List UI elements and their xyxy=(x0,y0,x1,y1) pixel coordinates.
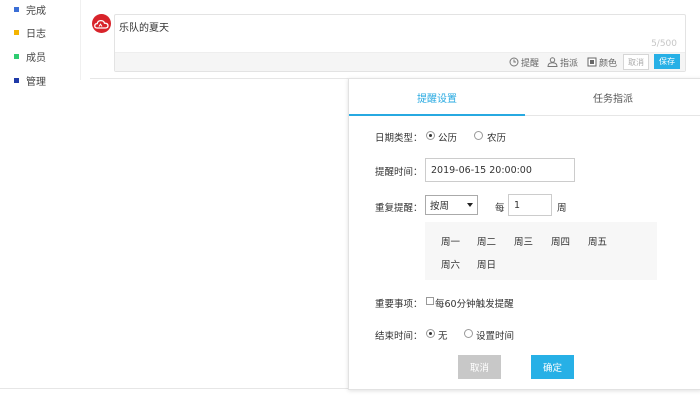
bullet-icon xyxy=(14,29,19,35)
tab-task-assign[interactable]: 任务指派 xyxy=(525,79,700,115)
assign-button[interactable]: 指派 xyxy=(547,55,578,69)
sidebar-item-complete[interactable]: 完成 xyxy=(14,0,46,18)
repeat-interval-input[interactable]: 1 xyxy=(508,194,552,216)
radio-solar-label[interactable]: 公历 xyxy=(438,130,457,144)
end-time-label: 结束时间： xyxy=(375,331,423,342)
repeat-select-value: 按周 xyxy=(430,201,450,212)
important-label: 重要事项： xyxy=(375,299,423,310)
bullet-icon xyxy=(14,6,19,12)
radio-lunar-label[interactable]: 农历 xyxy=(487,130,506,144)
weekday-wed[interactable]: 周三 xyxy=(514,234,533,248)
remind-time-label: 提醒时间： xyxy=(375,167,423,178)
remind-settings-panel: 提醒设置 任务指派 日期类型： 公历 农历 提醒时间： 2019-06-15 2… xyxy=(348,78,700,390)
weekday-sat[interactable]: 周六 xyxy=(441,257,460,271)
clock-icon xyxy=(509,57,519,67)
remind-time-input[interactable]: 2019-06-15 20:00:00 xyxy=(425,158,575,182)
editor-cancel-button[interactable]: 取消 xyxy=(623,54,649,70)
repeat-select[interactable]: 按周 xyxy=(425,195,478,215)
color-button[interactable]: 颜色 xyxy=(587,55,617,69)
important-checkbox-label[interactable]: 每60分钟触发提醒 xyxy=(435,296,514,310)
weekday-sun[interactable]: 周日 xyxy=(477,257,496,271)
assign-label: 指派 xyxy=(560,58,579,69)
sidebar-item-label: 完成 xyxy=(26,5,46,17)
weekday-fri[interactable]: 周五 xyxy=(588,234,607,248)
sidebar-item-label: 日志 xyxy=(26,28,46,40)
weekday-thu[interactable]: 周四 xyxy=(551,234,570,248)
app-root: 完成 日志 成员 管理 乐队的夏天 5/500 提醒 指派 颜色 取消 保存 提… xyxy=(0,0,700,395)
caret-down-icon xyxy=(467,203,473,207)
remind-button[interactable]: 提醒 xyxy=(509,55,539,69)
bullet-icon xyxy=(14,53,19,59)
repeat-label: 重复提醒： xyxy=(375,203,423,214)
tab-remind-settings[interactable]: 提醒设置 xyxy=(349,79,525,115)
radio-lunar[interactable] xyxy=(474,131,483,140)
color-square-icon xyxy=(587,57,597,67)
active-tab-indicator xyxy=(349,114,525,116)
sidebar-item-label: 管理 xyxy=(26,76,46,88)
weekday-tue[interactable]: 周二 xyxy=(477,234,496,248)
sidebar-item-log[interactable]: 日志 xyxy=(14,23,46,41)
cloud-logo-icon xyxy=(94,19,109,29)
color-label: 颜色 xyxy=(599,58,618,69)
editor-save-button[interactable]: 保存 xyxy=(654,54,680,69)
divider xyxy=(80,0,81,80)
cancel-button[interactable]: 取消 xyxy=(458,355,501,379)
panel-tabs: 提醒设置 任务指派 xyxy=(349,79,700,116)
radio-no-end[interactable] xyxy=(426,329,435,338)
editor-toolbar: 提醒 指派 颜色 取消 保存 xyxy=(115,52,685,71)
radio-set-end-label[interactable]: 设置时间 xyxy=(476,328,514,342)
repeat-unit-label: 周 xyxy=(557,203,567,214)
sidebar-item-label: 成员 xyxy=(26,52,46,64)
every-label: 每 xyxy=(495,203,505,214)
user-icon xyxy=(547,57,558,67)
confirm-button[interactable]: 确定 xyxy=(531,355,574,379)
remind-label: 提醒 xyxy=(521,58,540,69)
weekday-mon[interactable]: 周一 xyxy=(441,234,460,248)
task-text[interactable]: 乐队的夏天 xyxy=(119,19,169,34)
sidebar-item-manage[interactable]: 管理 xyxy=(14,71,46,89)
radio-no-end-label[interactable]: 无 xyxy=(438,328,448,342)
sidebar-item-members[interactable]: 成员 xyxy=(14,47,46,65)
char-counter: 5/500 xyxy=(651,39,677,49)
task-editor[interactable]: 乐队的夏天 5/500 提醒 指派 颜色 取消 保存 xyxy=(114,14,686,72)
avatar xyxy=(92,14,111,33)
date-type-label: 日期类型： xyxy=(375,133,423,144)
weekday-selector: 周一 周二 周三 周四 周五 周六 周日 xyxy=(425,222,657,280)
bullet-icon xyxy=(14,77,19,83)
important-checkbox[interactable] xyxy=(426,297,434,305)
radio-solar[interactable] xyxy=(426,131,435,140)
radio-set-end[interactable] xyxy=(464,329,473,338)
sidebar: 完成 日志 成员 管理 xyxy=(0,0,80,395)
